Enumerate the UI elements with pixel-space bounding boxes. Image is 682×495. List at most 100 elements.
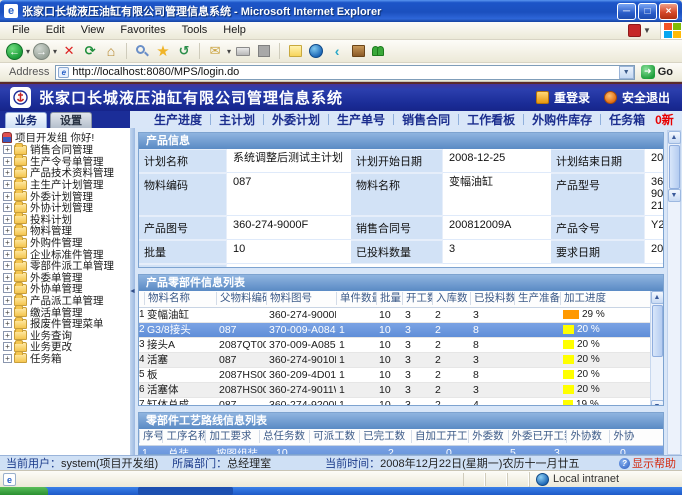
expand-icon[interactable]: + xyxy=(3,250,12,259)
expand-icon[interactable]: + xyxy=(3,145,12,154)
plugin-swoosh-button[interactable]: ‹ xyxy=(328,42,346,60)
column-header[interactable]: 已完工数 xyxy=(359,430,411,443)
scroll-up-icon[interactable]: ▲ xyxy=(651,291,664,304)
menu-file[interactable]: File xyxy=(4,22,38,39)
expand-icon[interactable]: + xyxy=(3,308,12,317)
expand-icon[interactable]: + xyxy=(3,157,12,166)
tab-settings[interactable]: 设置 xyxy=(50,112,92,128)
edit-button[interactable] xyxy=(255,42,273,60)
table-row[interactable]: 4 活塞087360-274-9010F110323 20 % xyxy=(139,353,650,368)
column-header[interactable]: 总任务数 xyxy=(259,430,309,443)
column-header[interactable]: 批量 xyxy=(376,292,402,305)
minimize-button[interactable]: ─ xyxy=(617,3,636,20)
mail-dropdown-icon[interactable]: ▾ xyxy=(227,47,231,56)
discuss-button[interactable] xyxy=(286,42,304,60)
scroll-down-icon[interactable]: ▼ xyxy=(651,400,664,406)
expand-icon[interactable]: + xyxy=(3,261,12,270)
page-vertical-scrollbar[interactable]: ▲ ▼ xyxy=(667,130,681,455)
expand-icon[interactable]: + xyxy=(3,180,12,189)
column-header[interactable]: 序号 xyxy=(139,430,162,443)
nav-sales-contract[interactable]: 销售合同 xyxy=(394,111,458,128)
column-header[interactable]: 自加工开工数 xyxy=(411,430,468,443)
nav-work-board[interactable]: 工作看板 xyxy=(459,111,523,128)
column-header[interactable]: 外委数 xyxy=(468,430,507,443)
column-header[interactable]: 生产准备 xyxy=(514,292,560,305)
print-button[interactable] xyxy=(234,42,252,60)
table-row[interactable]: 7 缸体总成087360-274-9200F110324 19 % xyxy=(139,398,650,406)
maximize-button[interactable]: □ xyxy=(638,3,657,20)
column-header[interactable]: 物料图号 xyxy=(266,292,336,305)
column-header[interactable]: 已投料数 xyxy=(470,292,514,305)
column-header[interactable]: 入库数 xyxy=(432,292,470,305)
expand-icon[interactable]: + xyxy=(3,354,12,363)
table-row[interactable]: 6 活塞体2087HS002360-274-9011W110323 20 % xyxy=(139,383,650,398)
table-row[interactable]: 1 变幅油缸360-274-9000F10323 29 % xyxy=(139,308,650,323)
menu-view[interactable]: View xyxy=(73,22,113,39)
menu-favorites[interactable]: Favorites xyxy=(112,22,173,39)
research-button[interactable] xyxy=(349,42,367,60)
messenger-button[interactable] xyxy=(370,42,388,60)
favorites-button[interactable]: ★ xyxy=(154,42,172,60)
tab-business[interactable]: 业务 xyxy=(5,112,47,128)
address-dropdown-icon[interactable]: ▼ xyxy=(619,66,634,79)
show-help-link[interactable]: ?显示帮助 xyxy=(619,455,676,471)
expand-icon[interactable]: + xyxy=(3,215,12,224)
menu-help[interactable]: Help xyxy=(215,22,254,39)
expand-icon[interactable]: + xyxy=(3,296,12,305)
forward-dropdown-icon[interactable]: ▾ xyxy=(53,47,57,56)
back-button[interactable]: ← xyxy=(6,43,23,60)
column-header[interactable]: 加工要求 xyxy=(205,430,259,443)
expand-icon[interactable]: + xyxy=(3,203,12,212)
scroll-up-icon[interactable]: ▲ xyxy=(668,131,681,144)
column-header[interactable]: 单件数量 xyxy=(336,292,376,305)
nav-outsource-plan[interactable]: 外委计划 xyxy=(264,111,328,128)
table-row-selected[interactable]: 2 G3/8接头087370-009-A0840110328 20 % xyxy=(139,323,650,338)
browser-plugin-button[interactable] xyxy=(307,42,325,60)
sidebar-item-task-box[interactable]: +任务箱 xyxy=(0,353,130,365)
expand-icon[interactable]: + xyxy=(3,226,12,235)
back-dropdown-icon[interactable]: ▾ xyxy=(26,47,30,56)
expand-icon[interactable]: + xyxy=(3,284,12,293)
nav-production-order[interactable]: 生产单号 xyxy=(329,111,393,128)
nav-purchased-stock[interactable]: 外购件库存 xyxy=(524,111,600,128)
column-header[interactable]: 外委已开工数 xyxy=(508,430,567,443)
menu-edit[interactable]: Edit xyxy=(38,22,73,39)
scroll-thumb[interactable] xyxy=(652,305,663,357)
mail-button[interactable]: ✉ xyxy=(206,42,224,60)
expand-icon[interactable]: + xyxy=(3,342,12,351)
table-vertical-scrollbar[interactable]: ▲ ▼ xyxy=(650,291,663,406)
close-button[interactable]: × xyxy=(659,3,678,20)
column-header[interactable]: 物料名称 xyxy=(144,292,216,305)
forward-button[interactable]: → xyxy=(33,43,50,60)
go-button[interactable]: ➜Go xyxy=(635,65,679,79)
nav-production-progress[interactable]: 生产进度 xyxy=(146,111,210,128)
nav-master-plan[interactable]: 主计划 xyxy=(211,111,263,128)
expand-icon[interactable]: + xyxy=(3,168,12,177)
logout-button[interactable]: 安全退出 xyxy=(604,89,670,106)
scroll-thumb[interactable] xyxy=(669,145,680,189)
menu-tools[interactable]: Tools xyxy=(174,22,216,39)
column-header[interactable]: 加工进度 xyxy=(560,292,630,305)
relogin-button[interactable]: 重登录 xyxy=(536,89,590,106)
expand-icon[interactable]: + xyxy=(3,319,12,328)
address-input[interactable] xyxy=(72,66,618,78)
refresh-button[interactable]: ⟳ xyxy=(81,42,99,60)
expand-icon[interactable]: + xyxy=(3,273,12,282)
badge-new-count[interactable]: 0新 xyxy=(655,111,674,128)
table-row[interactable]: 3 接头A2087QT002370-009-A0850110328 20 % xyxy=(139,338,650,353)
column-header[interactable]: 外协 xyxy=(609,430,663,443)
column-header[interactable]: 开工数 xyxy=(402,292,432,305)
scroll-down-icon[interactable]: ▼ xyxy=(668,189,681,202)
taskbar-item[interactable] xyxy=(138,487,233,495)
column-header[interactable]: 可派工数 xyxy=(309,430,359,443)
start-button[interactable] xyxy=(0,487,48,495)
adobe-pdf-button[interactable]: ▼ xyxy=(628,23,654,38)
column-header[interactable]: 工序名称 xyxy=(162,430,205,443)
nav-task-box[interactable]: 任务箱 xyxy=(601,111,653,128)
history-button[interactable]: ↺ xyxy=(175,42,193,60)
search-button[interactable] xyxy=(133,42,151,60)
table-row-selected[interactable]: 1 总装 按图组装 10 2 0 5 3 0 0 xyxy=(139,446,663,455)
column-header[interactable]: 父物料编码 xyxy=(216,292,266,305)
expand-icon[interactable]: + xyxy=(3,192,12,201)
home-button[interactable]: ⌂ xyxy=(102,42,120,60)
